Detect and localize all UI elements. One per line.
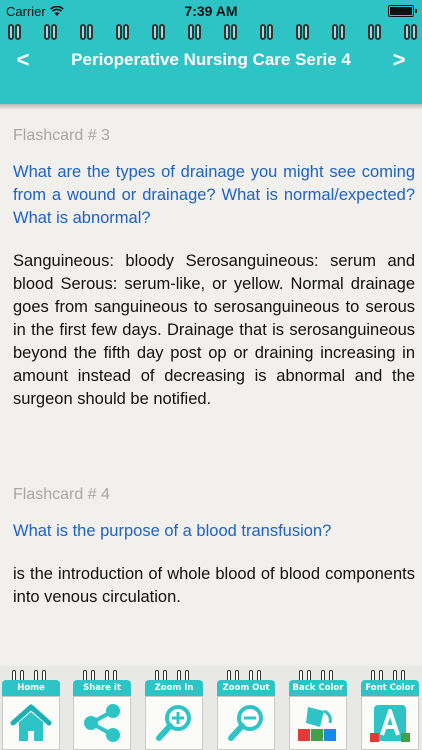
flashcard-answer: is the introduction of whole blood of bl… bbox=[13, 565, 415, 606]
zoom-in-label: Zoom In bbox=[145, 680, 203, 696]
header-shadow bbox=[0, 104, 422, 110]
home-button[interactable]: Home bbox=[0, 670, 62, 750]
next-button[interactable]: > bbox=[384, 46, 414, 76]
binding-ring bbox=[80, 24, 86, 40]
home-label: Home bbox=[2, 680, 60, 696]
paint-bucket-icon bbox=[298, 707, 336, 741]
zoom-out-button[interactable]: Zoom Out bbox=[215, 670, 277, 750]
binding-ring bbox=[224, 24, 230, 40]
flashcard-number: Flashcard # 4 bbox=[13, 486, 110, 503]
binding-ring bbox=[411, 24, 417, 40]
status-time: 7:39 AM bbox=[184, 3, 238, 19]
share-button[interactable]: Share it bbox=[71, 670, 133, 750]
binding-ring bbox=[159, 24, 165, 40]
binding-ring bbox=[123, 24, 129, 40]
page-title: Perioperative Nursing Care Serie 4 bbox=[71, 50, 351, 69]
binding-ring bbox=[116, 24, 122, 40]
font-color-label: Font Color bbox=[361, 680, 419, 696]
notebook-binding bbox=[0, 22, 422, 44]
flashcard-question: What are the types of drainage you might… bbox=[13, 163, 415, 227]
binding-ring bbox=[332, 24, 338, 40]
binding-ring bbox=[267, 24, 273, 40]
battery-icon bbox=[388, 5, 417, 17]
binding-ring bbox=[15, 24, 21, 40]
back-color-button[interactable]: Back Color bbox=[287, 670, 349, 750]
binding-ring bbox=[339, 24, 345, 40]
font-color-button[interactable]: Font Color bbox=[359, 670, 421, 750]
bottom-toolbar: Home Share it Zoom In Zoom Out Back Colo… bbox=[0, 666, 422, 750]
flashcard-list[interactable]: Flashcard # 3 What are the types of drai… bbox=[13, 122, 415, 609]
binding-ring bbox=[44, 24, 50, 40]
binding-ring bbox=[296, 24, 302, 40]
back-color-label: Back Color bbox=[289, 680, 347, 696]
binding-ring bbox=[87, 24, 93, 40]
flashcard-question: What is the purpose of a blood transfusi… bbox=[13, 522, 332, 540]
binding-ring bbox=[375, 24, 381, 40]
flashcard-answer: Sanguineous: bloody Serosanguineous: ser… bbox=[13, 252, 415, 408]
binding-ring bbox=[188, 24, 194, 40]
binding-ring bbox=[404, 24, 410, 40]
binding-ring bbox=[368, 24, 374, 40]
flashcard-number: Flashcard # 3 bbox=[13, 127, 110, 144]
zoom-in-icon bbox=[156, 705, 191, 741]
binding-ring bbox=[260, 24, 266, 40]
share-label: Share it bbox=[73, 680, 131, 696]
binding-ring bbox=[152, 24, 158, 40]
binding-ring bbox=[231, 24, 237, 40]
share-icon bbox=[84, 704, 120, 742]
font-color-icon bbox=[370, 705, 410, 742]
zoom-out-icon bbox=[228, 705, 263, 741]
binding-ring bbox=[51, 24, 57, 40]
binding-ring bbox=[195, 24, 201, 40]
home-icon bbox=[10, 704, 52, 741]
binding-ring bbox=[8, 24, 14, 40]
flashcard: Flashcard # 4 What is the purpose of a b… bbox=[13, 483, 415, 609]
status-bar: Carrier 7:39 AM bbox=[0, 0, 422, 22]
zoom-in-button[interactable]: Zoom In bbox=[143, 670, 205, 750]
flashcard: Flashcard # 3 What are the types of drai… bbox=[13, 124, 415, 411]
binding-ring bbox=[303, 24, 309, 40]
header: < Perioperative Nursing Care Serie 4 > bbox=[0, 22, 422, 104]
zoom-out-label: Zoom Out bbox=[217, 680, 275, 696]
